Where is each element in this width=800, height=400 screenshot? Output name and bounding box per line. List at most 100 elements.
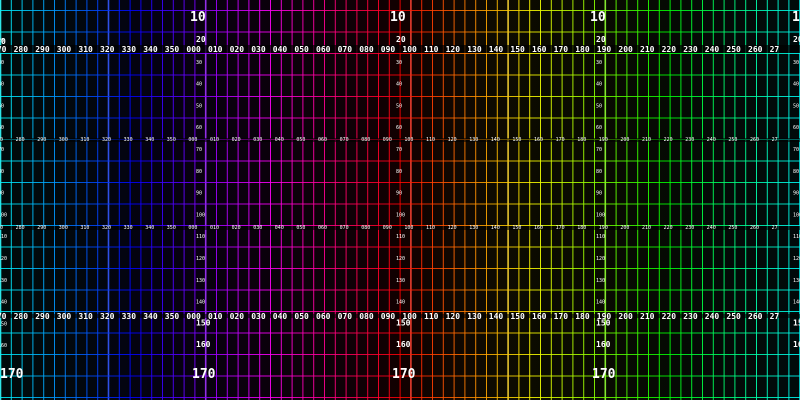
longitude-label: 180 — [577, 137, 586, 143]
longitude-label: 070 — [340, 225, 349, 231]
latitude-label: 120 — [0, 256, 7, 262]
latitude-label: 60 — [596, 125, 602, 131]
longitude-label: 280 — [16, 137, 25, 143]
latitude-label: 90 — [596, 191, 602, 197]
longitude-label: 350 — [165, 45, 180, 54]
latitude-label: 30 — [596, 60, 602, 66]
longitude-label: 050 — [296, 137, 305, 143]
latitude-label: 60 — [793, 125, 799, 131]
longitude-label: 110 — [424, 45, 439, 54]
longitude-label: 350 — [167, 225, 176, 231]
latitude-label: 150 — [196, 318, 211, 327]
latitude-label: 120 — [596, 256, 605, 262]
longitude-label: 190 — [599, 137, 608, 143]
longitude-label: 120 — [448, 225, 457, 231]
latitude-label: 40 — [196, 82, 202, 88]
longitude-label: 300 — [57, 45, 72, 54]
longitude-label: 020 — [232, 225, 241, 231]
longitude-label: 300 — [59, 225, 68, 231]
longitude-label: 290 — [35, 45, 50, 54]
longitude-label: 340 — [145, 137, 154, 143]
longitude-label: 190 — [599, 225, 608, 231]
latitude-label: 90 — [0, 191, 4, 197]
longitude-label: 030 — [251, 312, 266, 321]
longitude-label: 210 — [640, 45, 655, 54]
longitude-label: 100 — [404, 137, 413, 143]
longitude-label: 180 — [575, 45, 590, 54]
longitude-label: 060 — [318, 137, 327, 143]
latitude-label: 120 — [196, 256, 205, 262]
latitude-label: 130 — [196, 278, 205, 284]
longitude-label: 110 — [426, 225, 435, 231]
longitude-label: 300 — [59, 137, 68, 143]
longitude-label: 250 — [726, 45, 741, 54]
latitude-label: 140 — [793, 300, 800, 306]
longitude-label: 110 — [424, 312, 439, 321]
longitude-label: 130 — [469, 225, 478, 231]
latitude-label: 30 — [196, 60, 202, 66]
latitude-label: 160 — [196, 340, 211, 349]
longitude-label: 080 — [361, 137, 370, 143]
latitude-label: 70 — [596, 147, 602, 153]
latitude-label: 70 — [196, 147, 202, 153]
longitude-label: 230 — [683, 45, 698, 54]
latitude-label: 80 — [396, 169, 402, 175]
latitude-label: 150 — [396, 318, 411, 327]
longitude-label: 220 — [664, 137, 673, 143]
longitude-label: 230 — [685, 225, 694, 231]
latitude-label: 130 — [0, 278, 7, 284]
longitude-label: 260 — [750, 137, 759, 143]
latitude-label: 50 — [396, 103, 402, 109]
latitude-label: 130 — [396, 278, 405, 284]
longitude-label: 140 — [489, 45, 504, 54]
latitude-label: 150 — [0, 321, 7, 327]
bottom-marker-label: 170 — [592, 367, 616, 382]
longitude-label: 100 — [402, 45, 417, 54]
longitude-label: 27 — [770, 45, 780, 54]
latitude-label: 20 — [793, 35, 800, 44]
latitude-label: 150 — [596, 318, 611, 327]
latitude-label: 110 — [793, 234, 800, 240]
longitude-label: 180 — [575, 312, 590, 321]
longitude-label: 140 — [491, 225, 500, 231]
longitude-label: 220 — [664, 225, 673, 231]
latitude-label: 110 — [596, 234, 605, 240]
longitude-label: 050 — [294, 45, 309, 54]
bottom-marker-label: 170 — [0, 367, 24, 382]
latitude-label: 40 — [0, 82, 4, 88]
latitude-label: 70 — [396, 147, 402, 153]
latitude-label: 20 — [196, 35, 206, 44]
longitude-label: 320 — [102, 225, 111, 231]
longitude-label: 140 — [489, 312, 504, 321]
latitude-label: 160 — [396, 340, 411, 349]
longitude-label: 210 — [642, 137, 651, 143]
longitude-label: 340 — [143, 45, 158, 54]
longitude-label: 120 — [446, 45, 461, 54]
projection-grid-texture: 2702702702702802802802802902902902903003… — [0, 0, 800, 400]
longitude-label: 010 — [208, 45, 223, 54]
longitude-label: 040 — [275, 225, 284, 231]
latitude-label: 100 — [0, 212, 7, 218]
longitude-label: 280 — [14, 45, 29, 54]
latitude-label: 30 — [0, 60, 4, 66]
latitude-label: 100 — [396, 212, 405, 218]
latitude-label: 50 — [0, 103, 4, 109]
longitude-label: 310 — [78, 45, 93, 54]
longitude-label: 350 — [165, 312, 180, 321]
longitude-label: 090 — [383, 137, 392, 143]
longitude-label: 240 — [707, 225, 716, 231]
longitude-label: 250 — [728, 137, 737, 143]
longitude-label: 070 — [338, 312, 353, 321]
longitude-label: 310 — [80, 137, 89, 143]
longitude-label: 160 — [534, 225, 543, 231]
latitude-label: 90 — [396, 191, 402, 197]
top-marker-label: 10 — [190, 10, 206, 25]
latitude-label: 110 — [396, 234, 405, 240]
top-marker-label: 10 — [590, 10, 606, 25]
longitude-label: 290 — [35, 312, 50, 321]
longitude-label: 160 — [532, 45, 547, 54]
longitude-label: 250 — [728, 225, 737, 231]
longitude-label: 030 — [251, 45, 266, 54]
latitude-label: 80 — [196, 169, 202, 175]
longitude-label: 180 — [577, 225, 586, 231]
